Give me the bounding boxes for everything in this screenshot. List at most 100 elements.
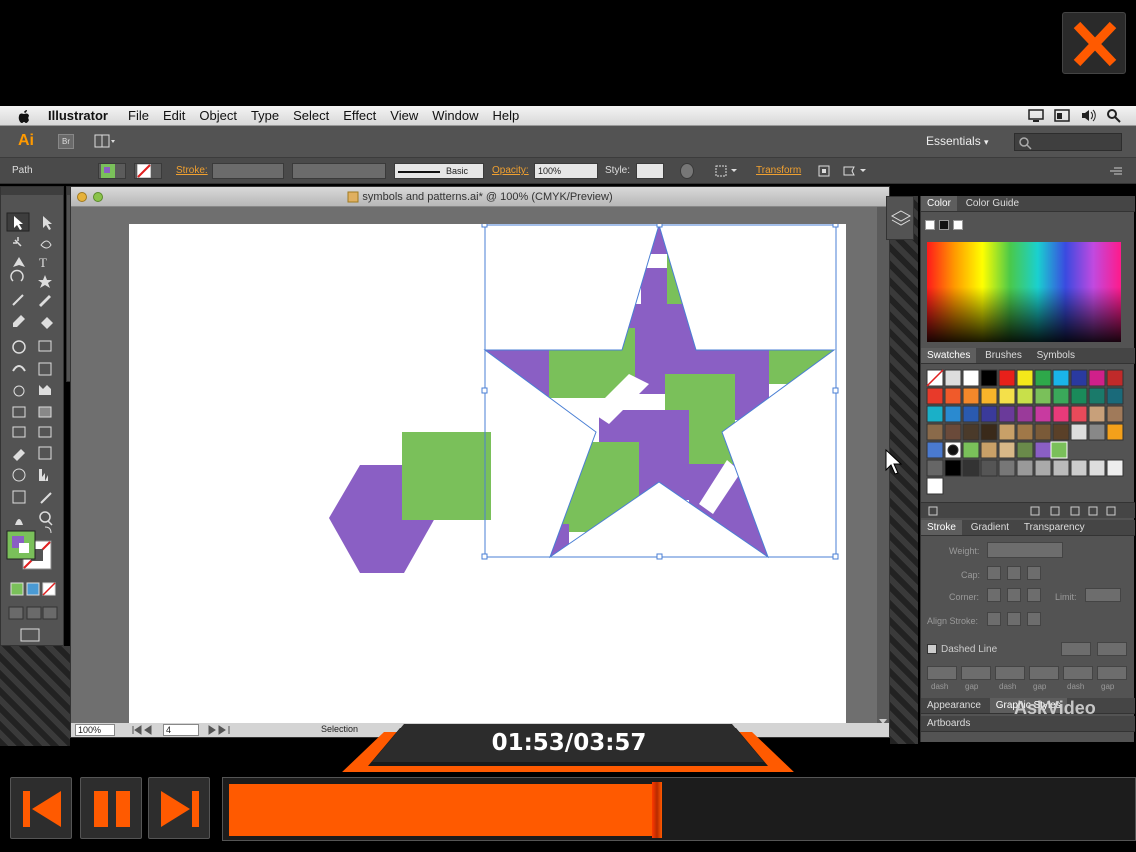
tab-appearance[interactable]: Appearance: [921, 698, 987, 713]
first-artboard-icon[interactable]: [129, 724, 159, 736]
swatch-footer-icons[interactable]: [921, 503, 1135, 519]
workspace-label: Essentials: [926, 134, 981, 148]
zoom-window-button[interactable]: [93, 192, 103, 202]
graphic-style-dropdown[interactable]: [636, 163, 664, 179]
stroke-link[interactable]: Stroke:: [176, 165, 208, 176]
document-window: symbols and patterns.ai* @ 100% (CMYK/Pr…: [70, 186, 890, 738]
none-swatch[interactable]: [925, 220, 935, 230]
envelope-options-button[interactable]: [842, 163, 872, 179]
next-artboard-icon[interactable]: [205, 724, 235, 736]
menu-help[interactable]: Help: [492, 108, 519, 123]
window-icon[interactable]: [1054, 108, 1070, 123]
color-mini-swatches[interactable]: [925, 220, 963, 232]
pause-button[interactable]: [80, 777, 142, 839]
star-pattern-shape[interactable]: [469, 224, 846, 564]
menu-type[interactable]: Type: [251, 108, 279, 123]
menu-edit[interactable]: Edit: [163, 108, 185, 123]
brush-definition-dropdown[interactable]: Basic: [394, 163, 484, 179]
app-menu[interactable]: Illustrator: [48, 108, 108, 123]
menu-effect[interactable]: Effect: [343, 108, 376, 123]
tab-symbols[interactable]: Symbols: [1031, 348, 1081, 363]
round-cap-button[interactable]: [1007, 566, 1021, 580]
spotlight-search-icon[interactable]: [1106, 108, 1122, 123]
miter-limit-input[interactable]: [1085, 588, 1121, 602]
isolate-button[interactable]: [816, 163, 832, 179]
menu-select[interactable]: Select: [293, 108, 329, 123]
menu-view[interactable]: View: [390, 108, 418, 123]
align-stroke-label: Align Stroke:: [927, 616, 979, 626]
recolor-artwork-button[interactable]: [680, 163, 694, 179]
dash-2-input[interactable]: [995, 666, 1025, 680]
dash-2-label: dash: [999, 682, 1017, 691]
gap-1-input[interactable]: [961, 666, 991, 680]
tab-brushes[interactable]: Brushes: [979, 348, 1028, 363]
next-button[interactable]: [148, 777, 210, 839]
variable-width-dropdown[interactable]: [292, 163, 386, 179]
align-inside-button[interactable]: [1007, 612, 1021, 626]
zoom-level-field[interactable]: 100%: [75, 724, 115, 736]
progress-bar[interactable]: [222, 777, 1136, 841]
align-outside-button[interactable]: [1027, 612, 1041, 626]
tab-stroke[interactable]: Stroke: [921, 520, 962, 535]
tab-color-guide[interactable]: Color Guide: [960, 196, 1025, 211]
tab-swatches[interactable]: Swatches: [921, 348, 977, 363]
swatch-grid[interactable]: [921, 366, 1135, 502]
opacity-link[interactable]: Opacity:: [492, 165, 529, 176]
menu-object[interactable]: Object: [199, 108, 237, 123]
close-button[interactable]: [1062, 12, 1126, 74]
workspace-switcher[interactable]: Essentials ▾: [926, 134, 989, 148]
tab-color[interactable]: Color: [921, 196, 957, 211]
round-join-button[interactable]: [1007, 588, 1021, 602]
artboard[interactable]: [129, 221, 846, 725]
dash-align-button[interactable]: [1097, 642, 1127, 656]
previous-button[interactable]: [10, 777, 72, 839]
illustrator-logo: Ai: [18, 132, 34, 149]
opacity-value: 100%: [538, 166, 562, 176]
gap-3-input[interactable]: [1097, 666, 1127, 680]
help-search-input[interactable]: [1014, 133, 1122, 151]
color-spectrum[interactable]: [927, 242, 1121, 342]
layers-panel-button[interactable]: [886, 196, 914, 240]
miter-join-button[interactable]: [987, 588, 1001, 602]
control-bar-menu-button[interactable]: [1106, 163, 1126, 179]
dash-3-input[interactable]: [1063, 666, 1093, 680]
align-icon: [715, 165, 737, 177]
tab-transparency[interactable]: Transparency: [1018, 520, 1091, 535]
search-icon: [1019, 137, 1032, 150]
tools-panel-header[interactable]: [1, 187, 63, 195]
fill-swatch[interactable]: [98, 163, 126, 179]
tab-gradient[interactable]: Gradient: [965, 520, 1015, 535]
menu-window[interactable]: Window: [432, 108, 478, 123]
white-swatch[interactable]: [953, 220, 963, 230]
align-center-button[interactable]: [987, 612, 1001, 626]
document-icon: [347, 191, 359, 203]
document-title-bar[interactable]: symbols and patterns.ai* @ 100% (CMYK/Pr…: [71, 187, 889, 207]
dash-preserve-button[interactable]: [1061, 642, 1091, 656]
bevel-join-button[interactable]: [1027, 588, 1041, 602]
transform-link[interactable]: Transform: [756, 165, 801, 176]
stroke-weight-input[interactable]: [987, 542, 1063, 558]
volume-icon[interactable]: [1080, 108, 1096, 123]
tab-artboards[interactable]: Artboards: [921, 716, 976, 731]
stroke-weight-field[interactable]: [212, 163, 284, 179]
projecting-cap-button[interactable]: [1027, 566, 1041, 580]
artboard-number-field[interactable]: 4: [163, 724, 199, 736]
opacity-field[interactable]: 100%: [534, 163, 598, 179]
bridge-button[interactable]: Br: [58, 134, 74, 149]
arrange-documents-button[interactable]: [94, 134, 116, 149]
gap-2-input[interactable]: [1029, 666, 1059, 680]
square-shape[interactable]: [402, 432, 491, 520]
swatches-panel-tabs: Swatches Brushes Symbols: [921, 348, 1135, 364]
skip-forward-icon: [161, 791, 199, 827]
dash-1-input[interactable]: [927, 666, 957, 680]
black-swatch[interactable]: [939, 220, 949, 230]
butt-cap-button[interactable]: [987, 566, 1001, 580]
stroke-swatch[interactable]: [134, 163, 162, 179]
progress-scrubber[interactable]: [652, 782, 662, 838]
menu-file[interactable]: File: [128, 108, 149, 123]
align-options-button[interactable]: [714, 163, 740, 179]
display-icon[interactable]: [1028, 108, 1044, 123]
apple-icon[interactable]: [16, 108, 32, 124]
minimize-window-button[interactable]: [77, 192, 87, 202]
dashed-line-checkbox[interactable]: [927, 644, 937, 654]
